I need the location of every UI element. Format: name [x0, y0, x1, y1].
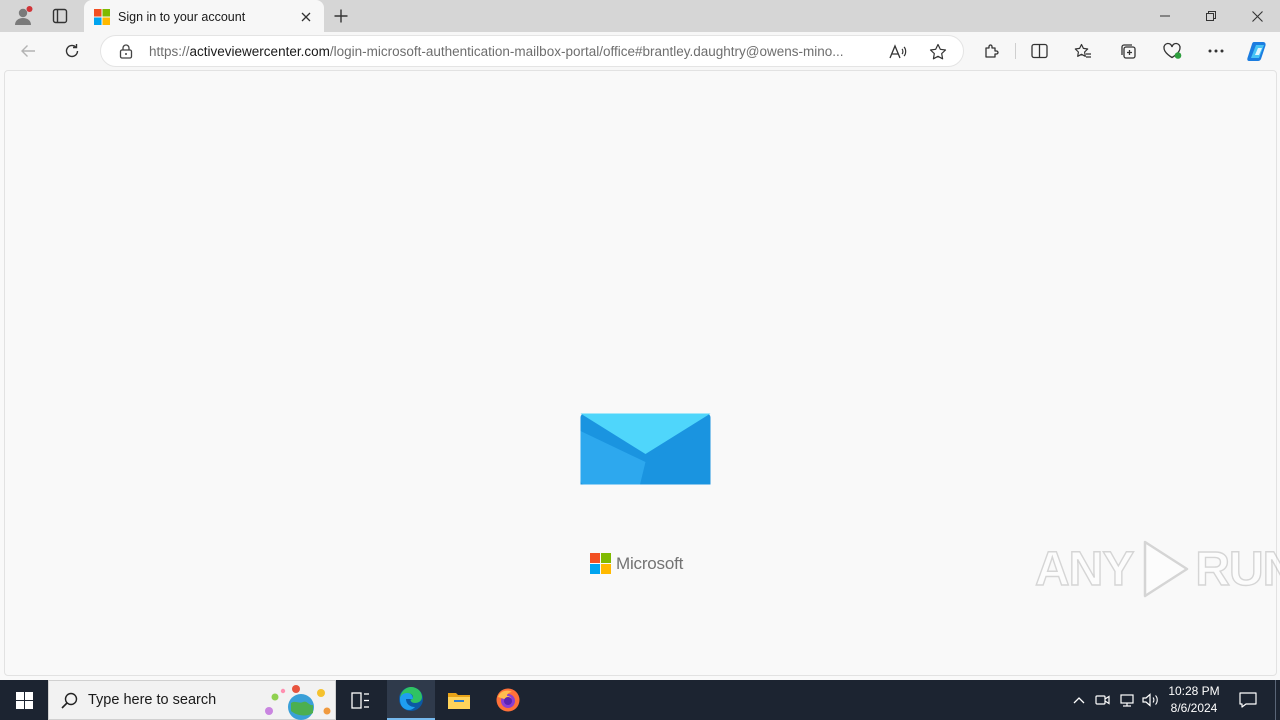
- file-explorer-icon[interactable]: [435, 680, 483, 720]
- close-tab-icon[interactable]: [296, 7, 316, 27]
- show-desktop-divider[interactable]: [1275, 680, 1276, 720]
- copilot-icon[interactable]: [1243, 36, 1273, 66]
- settings-more-icon[interactable]: [1201, 36, 1231, 66]
- active-tab[interactable]: Sign in to your account: [84, 0, 324, 33]
- taskbar-search-box[interactable]: Type here to search: [48, 680, 336, 720]
- system-clock[interactable]: 10:28 PM 8/6/2024: [1160, 683, 1228, 717]
- address-bar[interactable]: https://activeviewercenter.com/login-mic…: [100, 35, 964, 67]
- microsoft-logo: Microsoft: [590, 553, 683, 574]
- tab-actions-icon[interactable]: [46, 0, 74, 32]
- anyrun-watermark: ANY RUN: [1034, 538, 1280, 600]
- volume-icon[interactable]: [1140, 680, 1162, 720]
- new-tab-icon[interactable]: [328, 0, 354, 32]
- taskbar: Type here to search 10:28 PM 8/6/2024: [0, 680, 1280, 720]
- url-text[interactable]: https://activeviewercenter.com/login-mic…: [149, 44, 879, 59]
- microsoft-wordmark: Microsoft: [616, 553, 684, 573]
- lock-icon[interactable]: [119, 44, 133, 59]
- restore-icon[interactable]: [1188, 0, 1234, 32]
- task-view-icon[interactable]: [336, 680, 384, 720]
- refresh-icon[interactable]: [57, 36, 87, 66]
- microsoft-logo-icon: [590, 553, 611, 574]
- profile-icon[interactable]: [8, 0, 38, 32]
- meet-now-icon[interactable]: [1092, 680, 1114, 720]
- clock-date: 8/6/2024: [1170, 701, 1218, 715]
- favorites-icon[interactable]: [1068, 36, 1098, 66]
- back-icon[interactable]: [13, 36, 43, 66]
- watermark-left: ANY: [1034, 542, 1135, 596]
- search-highlight-icon: [261, 683, 333, 720]
- browser-essentials-icon[interactable]: [1157, 36, 1187, 66]
- notifications-icon[interactable]: [1234, 680, 1262, 720]
- play-icon: [1144, 540, 1189, 598]
- edge-taskbar-icon[interactable]: [387, 680, 435, 720]
- tab-title: Sign in to your account: [118, 9, 246, 24]
- windows-start-icon[interactable]: [0, 680, 48, 720]
- search-icon: [61, 692, 78, 709]
- show-hidden-icons-icon[interactable]: [1068, 680, 1090, 720]
- microsoft-favicon-icon: [94, 8, 110, 25]
- minimize-icon[interactable]: [1142, 0, 1188, 32]
- envelope-icon: [580, 413, 711, 490]
- watermark-right: RUN: [1195, 542, 1280, 596]
- title-bar: Sign in to your account: [0, 0, 1280, 33]
- collections-icon[interactable]: [1113, 36, 1143, 66]
- url-scheme: https://: [149, 44, 190, 59]
- network-icon[interactable]: [1116, 680, 1138, 720]
- firefox-icon[interactable]: [484, 680, 532, 720]
- read-aloud-icon[interactable]: [889, 44, 907, 60]
- browser-toolbar: https://activeviewercenter.com/login-mic…: [0, 32, 1280, 70]
- search-placeholder: Type here to search: [88, 692, 217, 708]
- close-window-icon[interactable]: [1234, 0, 1280, 32]
- url-path: /login-microsoft-authentication-mailbox-…: [329, 44, 844, 59]
- clock-time: 10:28 PM: [1168, 684, 1220, 698]
- url-host: activeviewercenter.com: [189, 44, 330, 59]
- favorite-star-icon[interactable]: [929, 43, 947, 61]
- toolbar-divider: [1015, 43, 1016, 59]
- extensions-icon[interactable]: [976, 36, 1006, 66]
- split-screen-icon[interactable]: [1024, 36, 1054, 66]
